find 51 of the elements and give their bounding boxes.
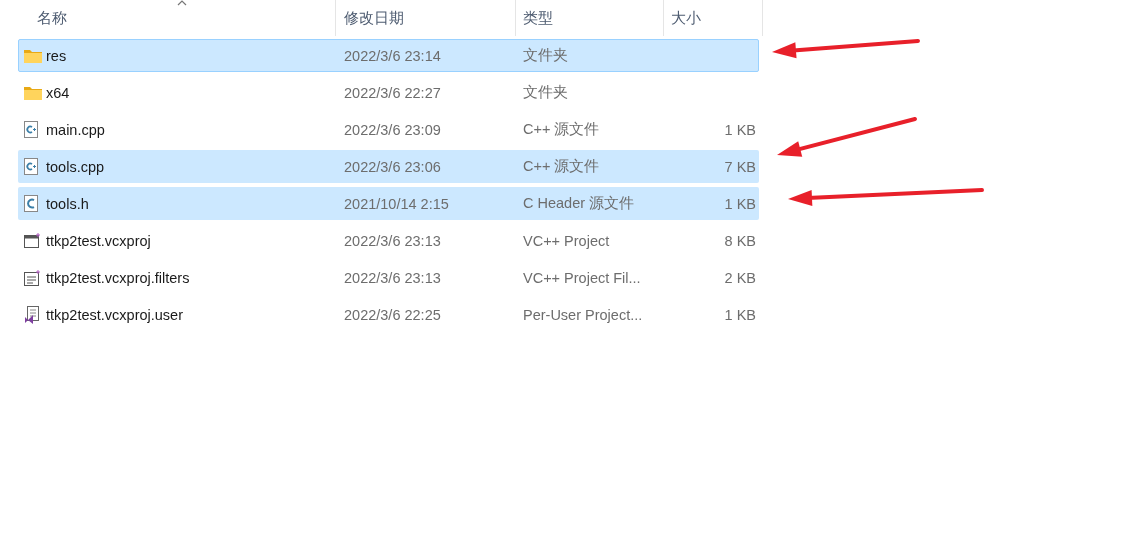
file-name: res: [46, 47, 67, 64]
modified-date: 2022/3/6 23:09: [344, 121, 441, 138]
file-row[interactable]: ttkp2test.vcxproj 2022/3/6 23:13 VC++ Project 8 KB: [18, 224, 759, 257]
file-name: tools.h: [46, 195, 89, 212]
window-file-icon: [24, 232, 42, 249]
folder-icon: [24, 85, 42, 100]
file-size: 1 KB: [724, 306, 756, 323]
file-name: tools.cpp: [46, 158, 105, 175]
file-name: main.cpp: [46, 121, 105, 138]
column-header[interactable]: 大小: [664, 0, 763, 36]
file-name: ttkp2test.vcxproj.user: [46, 306, 183, 323]
sort-caret-icon: [176, 0, 187, 6]
file-row[interactable]: main.cpp 2022/3/6 23:09 C++ 源文件 1 KB: [18, 113, 759, 146]
file-type: C++ 源文件: [523, 157, 600, 176]
folder-icon: [24, 48, 42, 63]
file-size: 8 KB: [724, 232, 756, 249]
column-header[interactable]: 名称: [18, 0, 336, 36]
file-type: VC++ Project Fil...: [523, 269, 641, 286]
file-row[interactable]: res 2022/3/6 23:14 文件夹: [18, 39, 759, 72]
modified-date: 2022/3/6 23:06: [344, 158, 441, 175]
column-header[interactable]: 修改日期: [336, 0, 516, 36]
file-type: 文件夹: [523, 83, 568, 102]
cpp-file-icon: [24, 121, 38, 138]
file-type: Per-User Project...: [523, 306, 643, 323]
modified-date: 2022/3/6 23:13: [344, 232, 441, 249]
modified-date: 2022/3/6 23:14: [344, 47, 441, 64]
file-name: ttkp2test.vcxproj: [46, 232, 151, 249]
file-size: 1 KB: [724, 121, 756, 138]
modified-date: 2022/3/6 23:13: [344, 269, 441, 286]
file-type: 文件夹: [523, 46, 568, 65]
filter-file-icon: [24, 269, 42, 286]
modified-date: 2021/10/14 2:15: [344, 195, 449, 212]
file-size: 1 KB: [724, 195, 756, 212]
file-type: C Header 源文件: [523, 194, 635, 213]
file-name: ttkp2test.vcxproj.filters: [46, 269, 190, 286]
file-type: C++ 源文件: [523, 120, 600, 139]
file-type: VC++ Project: [523, 232, 610, 249]
modified-date: 2022/3/6 22:27: [344, 84, 441, 101]
file-row[interactable]: tools.h 2021/10/14 2:15 C Header 源文件 1 KB: [18, 187, 759, 220]
c-file-icon: [24, 195, 38, 212]
column-header[interactable]: 类型: [516, 0, 664, 36]
file-row[interactable]: ttkp2test.vcxproj.user 2022/3/6 22:25 Per-User Project... 1 KB: [18, 298, 759, 331]
file-row[interactable]: x64 2022/3/6 22:27 文件夹: [18, 76, 759, 109]
file-size: 2 KB: [724, 269, 756, 286]
file-row[interactable]: ttkp2test.vcxproj.filters 2022/3/6 23:13 VC++ Project Fil... 2 KB: [18, 261, 759, 294]
user-file-icon: [24, 305, 40, 324]
file-row[interactable]: tools.cpp 2022/3/6 23:06 C++ 源文件 7 KB: [18, 150, 759, 183]
modified-date: 2022/3/6 22:25: [344, 306, 441, 323]
cpp-file-icon: [24, 158, 38, 175]
file-name: x64: [46, 84, 70, 101]
file-size: 7 KB: [724, 158, 756, 175]
